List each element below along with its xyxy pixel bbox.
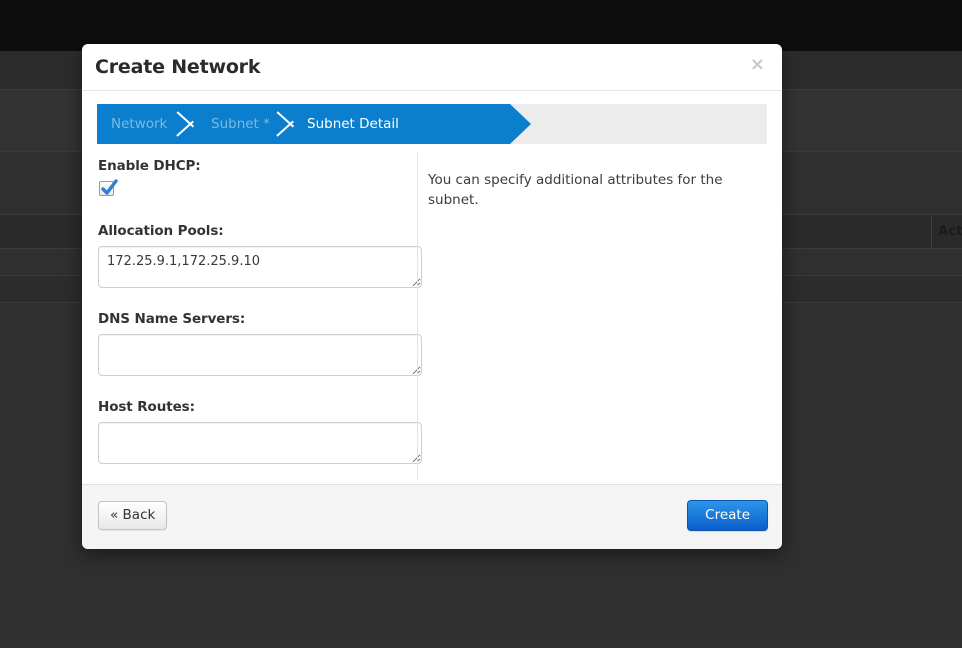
wizard-step-network[interactable]: Network [111,104,167,144]
wizard-breadcrumb: Network Subnet * Subnet Detail [97,104,767,144]
allocation-pools-label: Allocation Pools: [98,223,224,239]
back-button[interactable]: « Back [98,501,168,530]
wizard-step-subnet-detail[interactable]: Subnet Detail [307,104,399,144]
form-column: Enable DHCP: Allocation Pools: DNS Name … [98,158,428,464]
modal-body: Enable DHCP: Allocation Pools: DNS Name … [82,144,782,484]
wizard-separator-icon [175,104,201,144]
host-routes-input[interactable] [98,422,422,464]
dns-name-servers-input[interactable] [98,334,422,376]
enable-dhcp-label: Enable DHCP: [98,158,201,174]
wizard-arrow-tip-icon [510,104,531,144]
enable-dhcp-checkbox[interactable] [99,179,118,196]
create-button[interactable]: Create [687,500,768,531]
allocation-pools-input[interactable] [98,246,422,288]
wizard-separator-icon [275,104,301,144]
host-routes-label: Host Routes: [98,399,195,415]
page-title: Create Network [95,56,261,78]
column-divider [417,152,418,480]
modal-header: Create Network × [82,44,782,91]
help-text: You can specify additional attributes fo… [428,172,723,208]
enable-dhcp-checkbox-wrap [99,179,118,196]
close-icon[interactable]: × [746,54,769,76]
modal-footer: « Back Create [82,484,782,549]
dns-name-servers-label: DNS Name Servers: [98,311,246,327]
wizard-step-subnet[interactable]: Subnet * [211,104,270,144]
background-actions-column-header: Act [938,224,962,239]
check-icon [101,179,118,195]
create-network-modal: Create Network × Network Subnet * Subnet… [82,44,782,549]
